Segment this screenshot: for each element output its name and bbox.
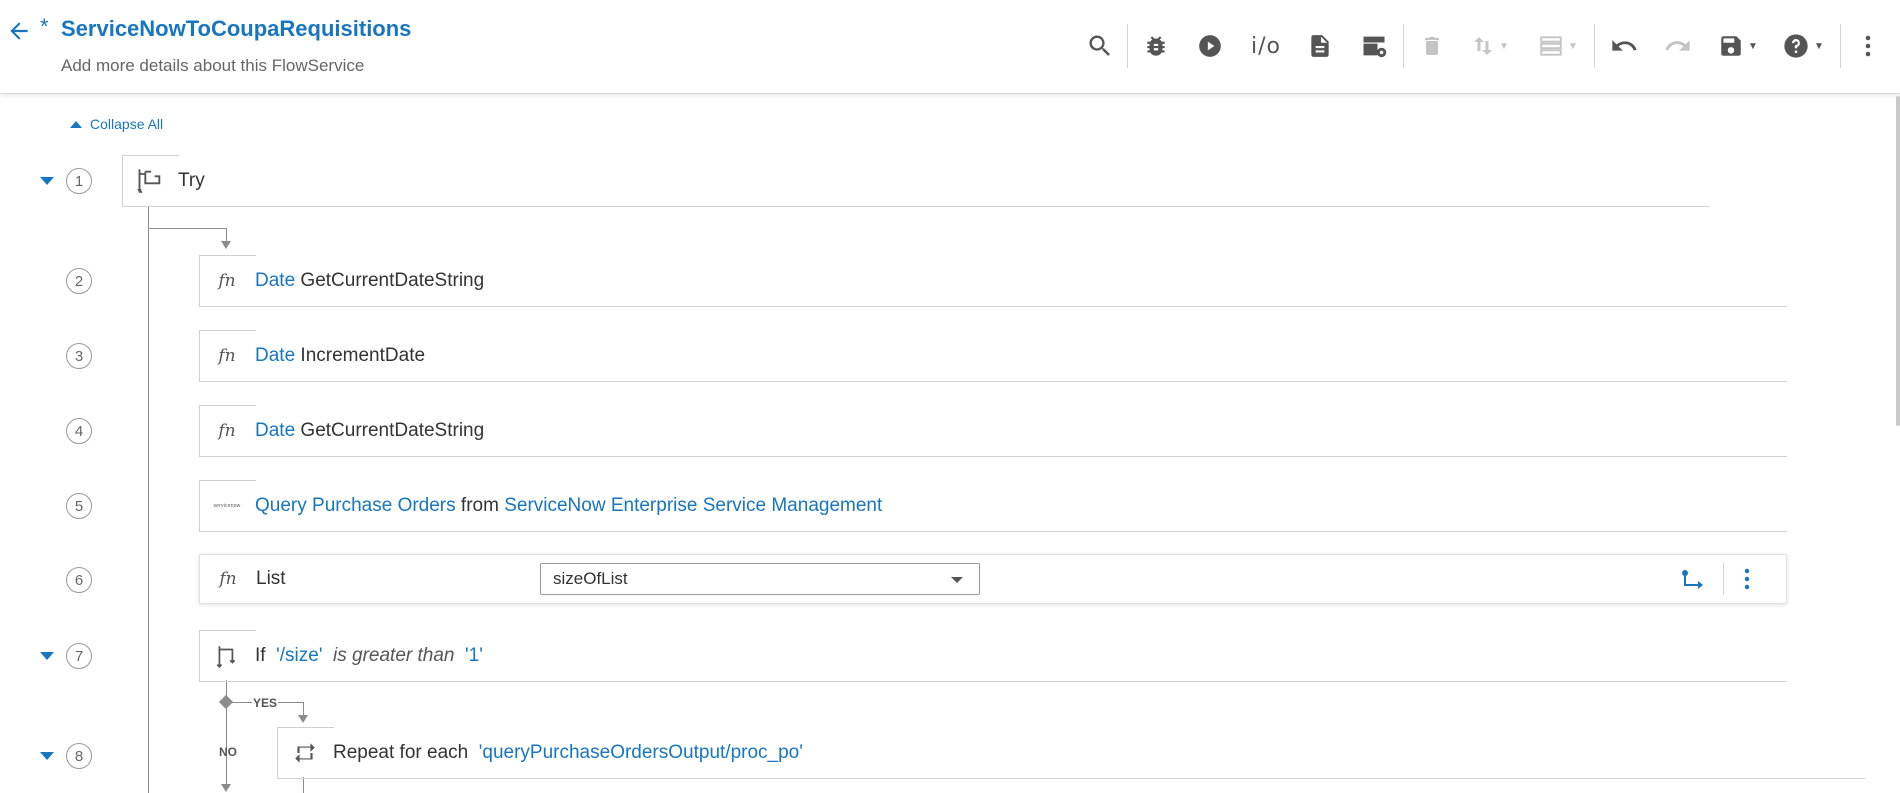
collapse-all-button[interactable]: Collapse All xyxy=(70,116,163,132)
caret-up-icon xyxy=(70,120,82,128)
try-block-icon xyxy=(122,155,178,207)
arrow-down-icon xyxy=(298,715,308,723)
try-branch-line xyxy=(226,228,227,242)
repeat-loop-icon xyxy=(277,727,333,779)
function-icon: fn xyxy=(218,270,236,291)
dropdown-caret-icon xyxy=(951,577,963,583)
step-date-get-current-date-string-2[interactable]: fn Date GetCurrentDateString xyxy=(199,405,1787,457)
yes-branch-line xyxy=(303,702,304,716)
run-play-icon[interactable] xyxy=(1192,28,1228,64)
servicenow-logo-text: servicenow xyxy=(213,502,241,509)
move-step-icon[interactable]: ▼ xyxy=(1466,28,1514,64)
toolbar-separator xyxy=(1127,24,1128,68)
step-connector: ServiceNow Enterprise Service Management xyxy=(504,494,883,516)
list-operation-select[interactable]: sizeOfList xyxy=(540,563,980,595)
service-settings-icon[interactable] xyxy=(1356,28,1392,64)
expand-step-7-icon[interactable] xyxy=(40,652,54,660)
document-icon[interactable] xyxy=(1302,28,1338,64)
step-category: List xyxy=(256,568,286,589)
step-category: Date xyxy=(255,269,296,291)
help-icon[interactable]: ▼ xyxy=(1778,28,1828,64)
step-number: 8 xyxy=(66,743,92,769)
step-date-get-current-date-string[interactable]: fn Date GetCurrentDateString xyxy=(199,255,1787,307)
branch-if-icon xyxy=(199,630,255,682)
step-number: 1 xyxy=(66,168,92,194)
step-connector-word: from xyxy=(460,494,499,516)
try-branch-line xyxy=(148,228,226,229)
step-category: Date xyxy=(255,344,296,366)
yes-branch-line xyxy=(278,702,304,703)
step-number: 2 xyxy=(66,268,92,294)
redo-icon[interactable] xyxy=(1660,28,1696,64)
toolbar-separator xyxy=(1840,24,1841,68)
if-operator: is greater than xyxy=(333,644,455,666)
step-operation: Query Purchase Orders xyxy=(255,494,456,516)
decision-diamond-icon xyxy=(218,694,234,710)
no-branch-label: NO xyxy=(219,745,237,759)
flow-service-title[interactable]: ServiceNowToCoupaRequisitions xyxy=(61,16,411,42)
step-operation: GetCurrentDateString xyxy=(300,419,485,441)
step-number: 5 xyxy=(66,493,92,519)
arrow-down-icon xyxy=(221,241,231,249)
search-icon[interactable] xyxy=(1082,28,1118,64)
repeat-target: 'queryPurchaseOrdersOutput/proc_po' xyxy=(478,741,803,763)
function-icon: fn xyxy=(218,420,236,441)
chevron-down-icon: ▼ xyxy=(1814,40,1824,52)
delete-trash-icon[interactable] xyxy=(1414,28,1450,64)
list-operation-value: sizeOfList xyxy=(553,569,628,588)
chevron-down-icon: ▼ xyxy=(1499,40,1509,52)
step-date-increment-date[interactable]: fn Date IncrementDate xyxy=(199,330,1787,382)
toolbar-separator xyxy=(1723,563,1724,595)
step-category: Date xyxy=(255,419,296,441)
step-number: 3 xyxy=(66,343,92,369)
chevron-down-icon: ▼ xyxy=(1568,40,1578,52)
if-right-operand: '1' xyxy=(465,644,483,666)
step-operation: GetCurrentDateString xyxy=(300,269,485,291)
back-arrow-icon[interactable] xyxy=(6,18,32,44)
undo-icon[interactable] xyxy=(1606,28,1642,64)
step-label: Try xyxy=(178,169,205,191)
yes-branch-label: YES xyxy=(253,696,278,710)
step-operation: IncrementDate xyxy=(300,344,426,366)
function-icon: fn xyxy=(218,345,236,366)
servicenow-logo-icon: servicenow xyxy=(199,480,255,532)
header-bar: * ServiceNowToCoupaRequisitions Add more… xyxy=(0,0,1900,94)
arrow-down-icon xyxy=(221,784,231,792)
unsaved-marker: * xyxy=(40,14,49,39)
step-number: 7 xyxy=(66,643,92,669)
more-vertical-icon[interactable] xyxy=(1744,568,1754,592)
toolbar-separator xyxy=(1403,24,1404,68)
chevron-down-icon: ▼ xyxy=(1748,40,1758,52)
vertical-scrollbar[interactable] xyxy=(1896,96,1900,426)
step-number: 6 xyxy=(66,567,92,593)
debug-bug-icon[interactable] xyxy=(1138,28,1174,64)
repeat-connector-line xyxy=(303,777,304,793)
step-repeat-for-each[interactable]: Repeat for each 'queryPurchaseOrdersOutp… xyxy=(277,727,1865,779)
step-list-size-of-list[interactable]: fn List sizeOfList xyxy=(199,554,1787,604)
try-connector-line xyxy=(148,206,149,793)
toolbar-separator xyxy=(1594,24,1595,68)
more-vertical-icon[interactable] xyxy=(1856,28,1880,64)
input-output-button[interactable]: i/o xyxy=(1246,28,1286,64)
step-query-purchase-orders[interactable]: servicenow Query Purchase Orders from Se… xyxy=(199,480,1787,532)
expand-step-8-icon[interactable] xyxy=(40,752,54,760)
step-try[interactable]: Try xyxy=(122,155,1710,207)
mapping-icon[interactable] xyxy=(1680,568,1706,592)
step-if-size[interactable]: If '/size' is greater than '1' xyxy=(199,630,1787,682)
step-number: 4 xyxy=(66,418,92,444)
flow-service-description[interactable]: Add more details about this FlowService xyxy=(61,56,364,76)
function-icon: fn xyxy=(219,569,237,589)
layout-options-icon[interactable]: ▼ xyxy=(1534,28,1582,64)
save-icon[interactable]: ▼ xyxy=(1714,28,1762,64)
collapse-all-label: Collapse All xyxy=(90,116,164,132)
if-keyword: If xyxy=(255,644,266,666)
expand-step-1-icon[interactable] xyxy=(40,177,54,185)
repeat-keyword: Repeat for each xyxy=(333,741,469,763)
if-left-operand: '/size' xyxy=(276,644,323,666)
